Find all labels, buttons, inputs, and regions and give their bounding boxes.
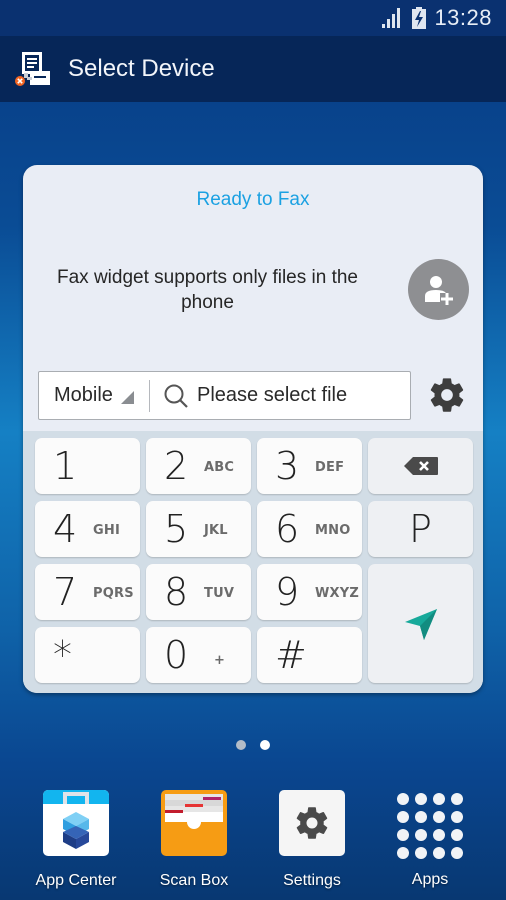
- file-selector: Mobile Please select file: [38, 371, 411, 420]
- fax-widget: Ready to Fax Fax widget supports only fi…: [23, 165, 483, 693]
- dock-label: Apps: [411, 871, 449, 888]
- key-letters: GHI: [93, 523, 120, 538]
- battery-charging-icon: [412, 7, 427, 29]
- pause-key[interactable]: P: [368, 501, 473, 557]
- settings-app-icon: [279, 790, 345, 856]
- page-dot[interactable]: [236, 740, 246, 750]
- key-5[interactable]: 5 JKL: [146, 501, 251, 557]
- key-letters: MNO: [315, 523, 351, 538]
- scan-box-icon: [161, 790, 227, 856]
- app-center-icon: [43, 790, 109, 856]
- backspace-icon: [403, 457, 438, 475]
- key-1[interactable]: 1: [35, 438, 140, 494]
- key-letters: WXYZ: [315, 586, 360, 601]
- key-digit: *: [53, 633, 72, 677]
- key-4[interactable]: 4 GHI: [35, 501, 140, 557]
- key-7[interactable]: 7 PQRS: [35, 564, 140, 620]
- key-digit: 0: [164, 633, 189, 677]
- key-letters: PQRS: [93, 586, 134, 601]
- dock-label: App Center: [35, 872, 117, 889]
- key-digit: 2: [164, 444, 189, 488]
- dock-apps[interactable]: Apps: [370, 790, 490, 889]
- status-text: Ready to Fax: [196, 189, 310, 210]
- key-8[interactable]: 8 TUV: [146, 564, 251, 620]
- home-dock: App Center Scan Box Settings Apps: [0, 790, 506, 900]
- title-bar: Select Device: [0, 36, 506, 102]
- status-bar: 13:28: [0, 0, 506, 36]
- dial-keypad: 1 2 ABC 3 DEF 4 GHI 5 JKL 6 MNO P 7 PQRS…: [23, 431, 483, 693]
- pause-key-label: P: [409, 507, 432, 551]
- clock: 13:28: [434, 5, 492, 30]
- key-9[interactable]: 9 WXYZ: [257, 564, 362, 620]
- dock-label: Settings: [283, 872, 341, 889]
- key-digit: 8: [164, 570, 189, 614]
- page-title: Select Device: [68, 55, 215, 82]
- page-dot-active[interactable]: [260, 740, 270, 750]
- dock-app-center[interactable]: App Center: [16, 790, 136, 890]
- gear-icon[interactable]: [427, 375, 467, 415]
- dock-settings[interactable]: Settings: [252, 790, 372, 890]
- add-contact-icon: [424, 275, 453, 305]
- search-icon: [164, 384, 188, 408]
- printer-disconnected-icon[interactable]: [14, 49, 54, 89]
- key-digit: 9: [275, 570, 300, 614]
- recipient-type-dropdown[interactable]: Mobile: [39, 372, 149, 419]
- key-digit: 4: [53, 507, 78, 551]
- apps-grid-icon: [397, 793, 463, 859]
- file-search-input[interactable]: Please select file: [150, 372, 410, 419]
- key-2[interactable]: 2 ABC: [146, 438, 251, 494]
- dropdown-triangle-icon: [120, 391, 134, 404]
- page-indicator: [236, 740, 270, 750]
- key-letters: ABC: [204, 460, 235, 475]
- key-letters: DEF: [315, 460, 345, 475]
- recipient-type-value: Mobile: [54, 384, 113, 406]
- key-digit: 7: [53, 570, 78, 614]
- key-hash[interactable]: #: [257, 627, 362, 683]
- signal-bars-icon: [382, 8, 401, 28]
- key-digit: 6: [275, 507, 300, 551]
- key-letters: +: [214, 653, 226, 668]
- info-text: Fax widget supports only files in the ph…: [57, 267, 358, 313]
- key-letters: TUV: [204, 586, 235, 601]
- key-6[interactable]: 6 MNO: [257, 501, 362, 557]
- key-digit: 3: [275, 444, 300, 488]
- key-digit: 5: [164, 507, 189, 551]
- backspace-button[interactable]: [368, 438, 473, 494]
- send-icon: [404, 608, 437, 640]
- dock-label: Scan Box: [159, 872, 229, 889]
- file-search-placeholder: Please select file: [197, 384, 348, 406]
- key-digit: #: [275, 633, 307, 677]
- add-contact-button[interactable]: [408, 259, 469, 320]
- key-0[interactable]: 0 +: [146, 627, 251, 683]
- key-letters: JKL: [204, 523, 228, 538]
- dock-scan-box[interactable]: Scan Box: [134, 790, 254, 890]
- key-3[interactable]: 3 DEF: [257, 438, 362, 494]
- key-star[interactable]: *: [35, 627, 140, 683]
- send-fax-button[interactable]: [368, 564, 473, 683]
- key-digit: 1: [53, 444, 78, 488]
